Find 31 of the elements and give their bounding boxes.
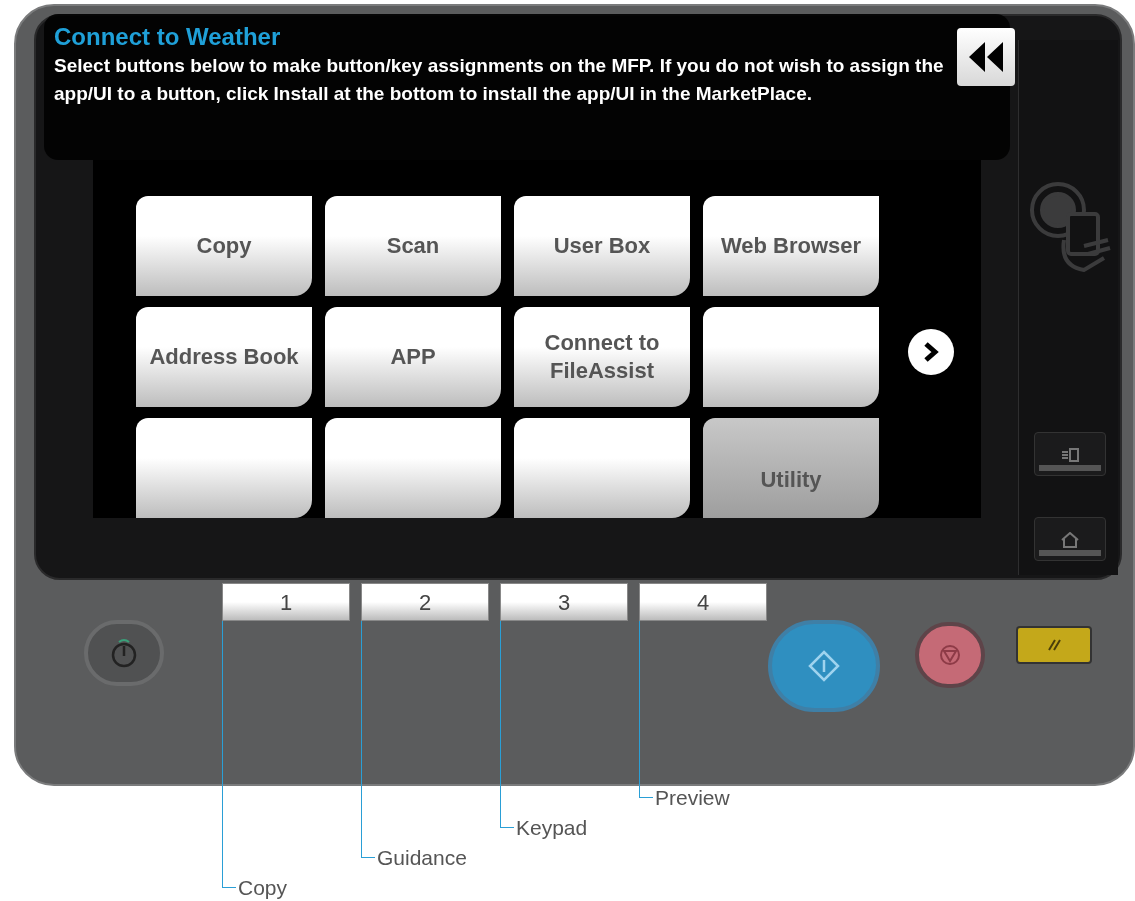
home-key[interactable]: [1034, 517, 1106, 561]
reset-button[interactable]: [1016, 626, 1092, 664]
hardware-key[interactable]: 2: [361, 583, 489, 621]
side-key[interactable]: [1034, 432, 1106, 476]
function-tile[interactable]: Connect to FileAssist: [514, 307, 690, 407]
empty-tile[interactable]: [325, 418, 501, 518]
empty-tile[interactable]: [703, 307, 879, 407]
function-tile[interactable]: Web Browser: [703, 196, 879, 296]
callout-label: Guidance: [377, 846, 467, 870]
callout-label: Keypad: [516, 816, 588, 840]
function-tile[interactable]: APP: [325, 307, 501, 407]
function-tile[interactable]: Address Book: [136, 307, 312, 407]
callout-label: Preview: [655, 786, 730, 810]
stop-icon: [939, 644, 961, 666]
rewind-button[interactable]: [957, 28, 1015, 86]
hardware-key[interactable]: 4: [639, 583, 767, 621]
home-icon: [1060, 532, 1080, 548]
empty-tile[interactable]: [514, 418, 690, 518]
double-slash-icon: [1046, 638, 1062, 652]
hardware-key[interactable]: 1: [222, 583, 350, 621]
function-tile[interactable]: Copy: [136, 196, 312, 296]
function-tile[interactable]: Scan: [325, 196, 501, 296]
start-diamond-icon: [807, 649, 841, 683]
page-lines-icon: [1060, 447, 1080, 463]
function-tile[interactable]: User Box: [514, 196, 690, 296]
double-left-arrow-icon: [967, 40, 1005, 74]
empty-tile[interactable]: [136, 418, 312, 518]
overlay-title: Connect to Weather: [54, 22, 282, 52]
hardware-key[interactable]: 3: [500, 583, 628, 621]
callout-label: Copy: [238, 876, 288, 900]
instructions-text: Select buttons below to make button/key assignments on the MFP. If you do not wish to assign the app/UI to a button, click Install at the bottom to install the app/UI in the MarketPlace.: [54, 54, 944, 106]
